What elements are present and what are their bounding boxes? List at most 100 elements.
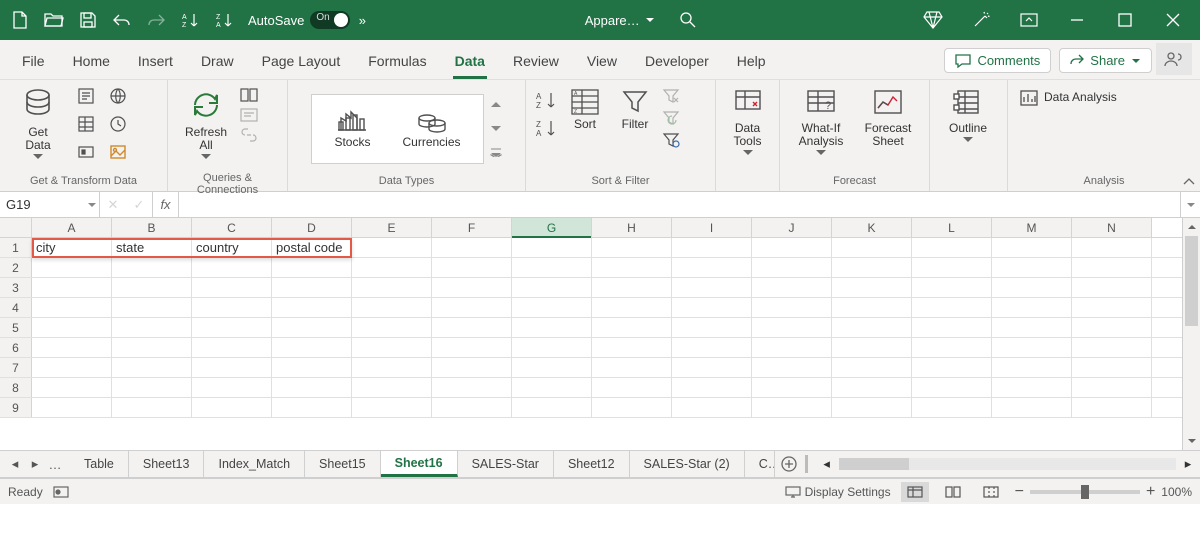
cell[interactable] bbox=[432, 298, 512, 317]
cell[interactable] bbox=[112, 298, 192, 317]
select-all-corner[interactable] bbox=[0, 218, 32, 237]
gallery-up-icon[interactable] bbox=[490, 100, 502, 110]
cell[interactable] bbox=[752, 318, 832, 337]
advanced-filter-icon[interactable] bbox=[662, 132, 680, 148]
cell[interactable] bbox=[512, 258, 592, 277]
from-text-icon[interactable] bbox=[72, 84, 100, 108]
zoom-control[interactable]: − + 100% bbox=[1015, 483, 1192, 501]
col-M[interactable]: M bbox=[992, 218, 1072, 237]
cell[interactable] bbox=[432, 258, 512, 277]
cell[interactable] bbox=[592, 358, 672, 377]
cell[interactable] bbox=[832, 258, 912, 277]
cell[interactable] bbox=[1072, 358, 1152, 377]
document-title[interactable]: Appare… bbox=[585, 13, 656, 28]
scroll-down-icon[interactable] bbox=[1183, 432, 1200, 450]
cell[interactable] bbox=[512, 318, 592, 337]
cell[interactable] bbox=[672, 318, 752, 337]
col-A[interactable]: A bbox=[32, 218, 112, 237]
col-C[interactable]: C bbox=[192, 218, 272, 237]
cell[interactable] bbox=[992, 258, 1072, 277]
cell[interactable]: state bbox=[112, 238, 192, 257]
cell[interactable] bbox=[672, 378, 752, 397]
sheet-nav-next-icon[interactable]: ▸ bbox=[26, 456, 44, 472]
col-D[interactable]: D bbox=[272, 218, 352, 237]
cell[interactable] bbox=[352, 398, 432, 417]
qat-save-icon[interactable] bbox=[72, 4, 104, 36]
comments-button[interactable]: Comments bbox=[944, 48, 1051, 73]
tab-draw[interactable]: Draw bbox=[187, 45, 248, 79]
cell[interactable] bbox=[112, 378, 192, 397]
qat-overflow-icon[interactable]: » bbox=[350, 13, 374, 28]
tab-help[interactable]: Help bbox=[723, 45, 780, 79]
cell[interactable] bbox=[752, 298, 832, 317]
cell[interactable] bbox=[992, 318, 1072, 337]
cell[interactable] bbox=[592, 238, 672, 257]
cell[interactable] bbox=[752, 338, 832, 357]
cell[interactable] bbox=[192, 338, 272, 357]
cell[interactable] bbox=[832, 358, 912, 377]
cell[interactable] bbox=[752, 238, 832, 257]
cell[interactable] bbox=[352, 338, 432, 357]
cell[interactable] bbox=[752, 378, 832, 397]
tab-data[interactable]: Data bbox=[441, 45, 499, 79]
row-header[interactable]: 9 bbox=[0, 398, 32, 417]
tab-home[interactable]: Home bbox=[59, 45, 124, 79]
cell[interactable] bbox=[592, 298, 672, 317]
tab-insert[interactable]: Insert bbox=[124, 45, 187, 79]
close-button[interactable] bbox=[1150, 0, 1196, 40]
get-data-button[interactable]: Get Data bbox=[8, 84, 68, 170]
cell[interactable] bbox=[1072, 378, 1152, 397]
cell[interactable] bbox=[752, 258, 832, 277]
cell[interactable] bbox=[672, 358, 752, 377]
cell[interactable] bbox=[592, 378, 672, 397]
cell[interactable] bbox=[832, 278, 912, 297]
sheet-tab[interactable]: Sheet16 bbox=[381, 451, 458, 477]
cell[interactable] bbox=[272, 298, 352, 317]
tab-review[interactable]: Review bbox=[499, 45, 573, 79]
cell[interactable] bbox=[352, 258, 432, 277]
cell[interactable] bbox=[992, 278, 1072, 297]
view-page-break-icon[interactable] bbox=[977, 482, 1005, 502]
cell[interactable] bbox=[192, 258, 272, 277]
cell[interactable] bbox=[32, 278, 112, 297]
cell[interactable] bbox=[992, 238, 1072, 257]
sheet-tab[interactable]: Table bbox=[70, 451, 129, 477]
row-header[interactable]: 2 bbox=[0, 258, 32, 277]
cell[interactable] bbox=[1072, 318, 1152, 337]
cell[interactable] bbox=[352, 318, 432, 337]
cell[interactable] bbox=[912, 238, 992, 257]
enter-formula-icon[interactable]: ✓ bbox=[126, 192, 152, 217]
cell[interactable] bbox=[112, 338, 192, 357]
cell[interactable] bbox=[32, 338, 112, 357]
cell[interactable] bbox=[992, 338, 1072, 357]
ribbon-mode-icon[interactable] bbox=[1006, 0, 1052, 40]
cell[interactable] bbox=[592, 278, 672, 297]
diamond-icon[interactable] bbox=[910, 0, 956, 40]
cell[interactable] bbox=[432, 318, 512, 337]
cell[interactable] bbox=[352, 278, 432, 297]
cell[interactable] bbox=[512, 278, 592, 297]
from-web-icon[interactable] bbox=[104, 84, 132, 108]
cell[interactable] bbox=[192, 398, 272, 417]
cell[interactable] bbox=[352, 238, 432, 257]
sort-button[interactable]: AZ Sort bbox=[562, 84, 608, 170]
cell[interactable] bbox=[1072, 398, 1152, 417]
cell[interactable]: city bbox=[32, 238, 112, 257]
tab-page-layout[interactable]: Page Layout bbox=[248, 45, 355, 79]
row-header[interactable]: 4 bbox=[0, 298, 32, 317]
col-I[interactable]: I bbox=[672, 218, 752, 237]
cell[interactable] bbox=[1072, 258, 1152, 277]
cell[interactable] bbox=[352, 378, 432, 397]
cell[interactable] bbox=[912, 338, 992, 357]
cell[interactable] bbox=[832, 378, 912, 397]
cell[interactable] bbox=[512, 338, 592, 357]
cell[interactable] bbox=[32, 398, 112, 417]
col-G[interactable]: G bbox=[512, 218, 592, 237]
scroll-up-icon[interactable] bbox=[1183, 218, 1200, 236]
cell[interactable] bbox=[192, 358, 272, 377]
cell[interactable] bbox=[192, 278, 272, 297]
cell[interactable] bbox=[672, 258, 752, 277]
cell[interactable] bbox=[192, 378, 272, 397]
cell[interactable] bbox=[912, 378, 992, 397]
cell[interactable] bbox=[752, 358, 832, 377]
